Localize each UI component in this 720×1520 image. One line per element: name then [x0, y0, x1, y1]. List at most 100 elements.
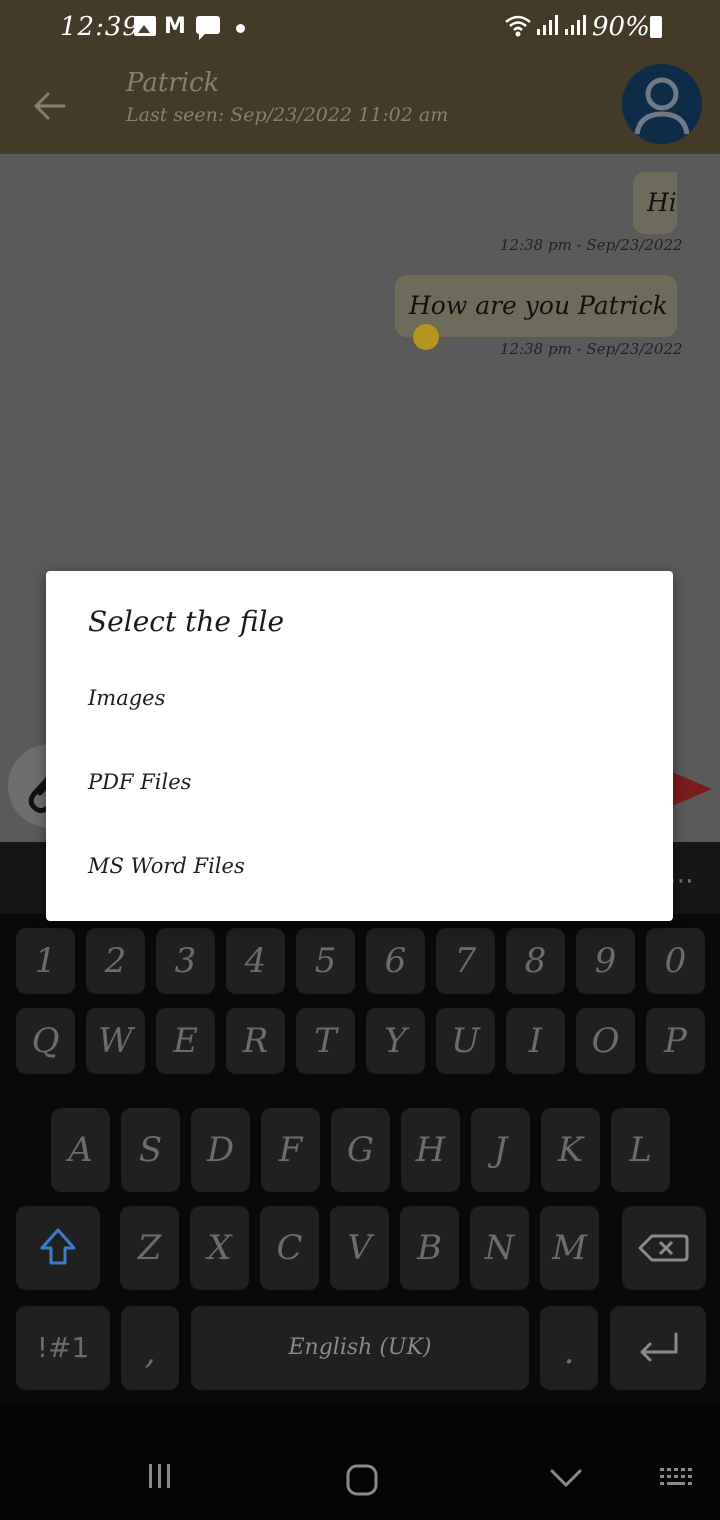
- wifi-icon: [504, 14, 532, 44]
- key-label: E: [173, 1021, 198, 1061]
- key-label: D: [206, 1130, 235, 1170]
- key-t[interactable]: T: [296, 1008, 355, 1074]
- avatar[interactable]: [622, 64, 702, 144]
- navigation-bar: [0, 1404, 720, 1520]
- key-c[interactable]: C: [260, 1206, 319, 1290]
- message-timestamp: 12:38 pm - Sep/23/2022: [500, 340, 683, 358]
- key-label: 7: [454, 941, 477, 981]
- key-label: Q: [31, 1021, 60, 1061]
- key-q[interactable]: Q: [16, 1008, 75, 1074]
- key-m[interactable]: M: [540, 1206, 599, 1290]
- key-l[interactable]: L: [611, 1108, 670, 1192]
- key-i[interactable]: I: [506, 1008, 565, 1074]
- key-label: A: [68, 1130, 93, 1170]
- key-h[interactable]: H: [401, 1108, 460, 1192]
- key-label: 5: [314, 941, 337, 981]
- backspace-key[interactable]: [622, 1206, 706, 1290]
- key-a[interactable]: A: [51, 1108, 110, 1192]
- key-label: X: [207, 1228, 232, 1268]
- message-text: How are you Patrick: [409, 291, 668, 320]
- key-z[interactable]: Z: [120, 1206, 179, 1290]
- key-o[interactable]: O: [576, 1008, 635, 1074]
- person-icon: [634, 77, 690, 135]
- key-y[interactable]: Y: [366, 1008, 425, 1074]
- key-label: V: [347, 1228, 372, 1268]
- key-1[interactable]: 1: [16, 928, 75, 994]
- option-images[interactable]: Images: [46, 657, 673, 739]
- period-key[interactable]: .: [540, 1306, 598, 1390]
- key-x[interactable]: X: [190, 1206, 249, 1290]
- key-label: 9: [594, 941, 617, 981]
- key-label: C: [276, 1228, 303, 1268]
- symbols-key[interactable]: !#1: [16, 1306, 110, 1390]
- last-seen-text: Last seen: Sep/23/2022 11:02 am: [126, 104, 449, 126]
- key-label: I: [528, 1021, 543, 1061]
- symbols-key-label: !#1: [36, 1331, 90, 1364]
- key-label: 3: [174, 941, 197, 981]
- key-n[interactable]: N: [470, 1206, 529, 1290]
- key-k[interactable]: K: [541, 1108, 600, 1192]
- key-label: R: [242, 1021, 269, 1061]
- message-bubble[interactable]: How are you Patrick: [395, 275, 677, 350]
- key-p[interactable]: P: [646, 1008, 705, 1074]
- message-text: Hi: [647, 188, 677, 217]
- key-label: N: [484, 1228, 515, 1268]
- comma-key-label: ,: [144, 1332, 156, 1372]
- key-b[interactable]: B: [400, 1206, 459, 1290]
- key-u[interactable]: U: [436, 1008, 495, 1074]
- space-key[interactable]: English (UK): [191, 1306, 529, 1390]
- select-file-dialog: Select the file Images PDF Files MS Word…: [46, 571, 673, 921]
- key-label: W: [98, 1021, 133, 1061]
- key-5[interactable]: 5: [296, 928, 355, 994]
- key-label: P: [664, 1021, 687, 1061]
- option-ms-word-files[interactable]: MS Word Files: [46, 825, 673, 907]
- key-label: 1: [34, 941, 57, 981]
- key-4[interactable]: 4: [226, 928, 285, 994]
- key-f[interactable]: F: [261, 1108, 320, 1192]
- shift-icon: [40, 1228, 76, 1265]
- key-label: J: [493, 1130, 508, 1170]
- key-label: Z: [137, 1228, 162, 1268]
- key-3[interactable]: 3: [156, 928, 215, 994]
- recent-apps-button[interactable]: [140, 1460, 180, 1496]
- keyboard: 1234567890 QWERTYUIOP ASDFGHJKL ZXCVBNM …: [0, 914, 720, 1404]
- key-9[interactable]: 9: [576, 928, 635, 994]
- chat-icon: [196, 16, 220, 40]
- gmail-icon: M: [164, 14, 186, 39]
- status-time: 12:39: [60, 12, 140, 42]
- key-2[interactable]: 2: [86, 928, 145, 994]
- enter-key[interactable]: [610, 1306, 706, 1390]
- key-0[interactable]: 0: [646, 928, 705, 994]
- message-bubble[interactable]: Hi: [633, 172, 677, 234]
- option-pdf-files[interactable]: PDF Files: [46, 741, 673, 823]
- key-d[interactable]: D: [191, 1108, 250, 1192]
- send-button[interactable]: [672, 772, 712, 806]
- back-button[interactable]: [30, 86, 70, 126]
- key-e[interactable]: E: [156, 1008, 215, 1074]
- key-label: U: [451, 1021, 480, 1061]
- key-6[interactable]: 6: [366, 928, 425, 994]
- comma-key[interactable]: ,: [121, 1306, 179, 1390]
- key-g[interactable]: G: [331, 1108, 390, 1192]
- key-j[interactable]: J: [471, 1108, 530, 1192]
- key-label: T: [314, 1021, 337, 1061]
- arrow-left-icon: [34, 92, 66, 120]
- key-label: K: [557, 1130, 584, 1170]
- home-button[interactable]: [342, 1462, 382, 1502]
- keyboard-switch-button[interactable]: [658, 1466, 698, 1496]
- hide-keyboard-button[interactable]: [546, 1466, 586, 1494]
- signal-icon: [536, 14, 558, 41]
- recent-apps-icon: [149, 1464, 170, 1488]
- key-s[interactable]: S: [121, 1108, 180, 1192]
- key-label: L: [629, 1130, 652, 1170]
- key-label: 4: [244, 941, 267, 981]
- key-r[interactable]: R: [226, 1008, 285, 1074]
- key-v[interactable]: V: [330, 1206, 389, 1290]
- key-7[interactable]: 7: [436, 928, 495, 994]
- key-8[interactable]: 8: [506, 928, 565, 994]
- smiling-emoji-icon: [413, 323, 439, 350]
- key-w[interactable]: W: [86, 1008, 145, 1074]
- signal-icon: [564, 14, 586, 41]
- shift-key[interactable]: [16, 1206, 100, 1290]
- key-label: M: [552, 1228, 587, 1268]
